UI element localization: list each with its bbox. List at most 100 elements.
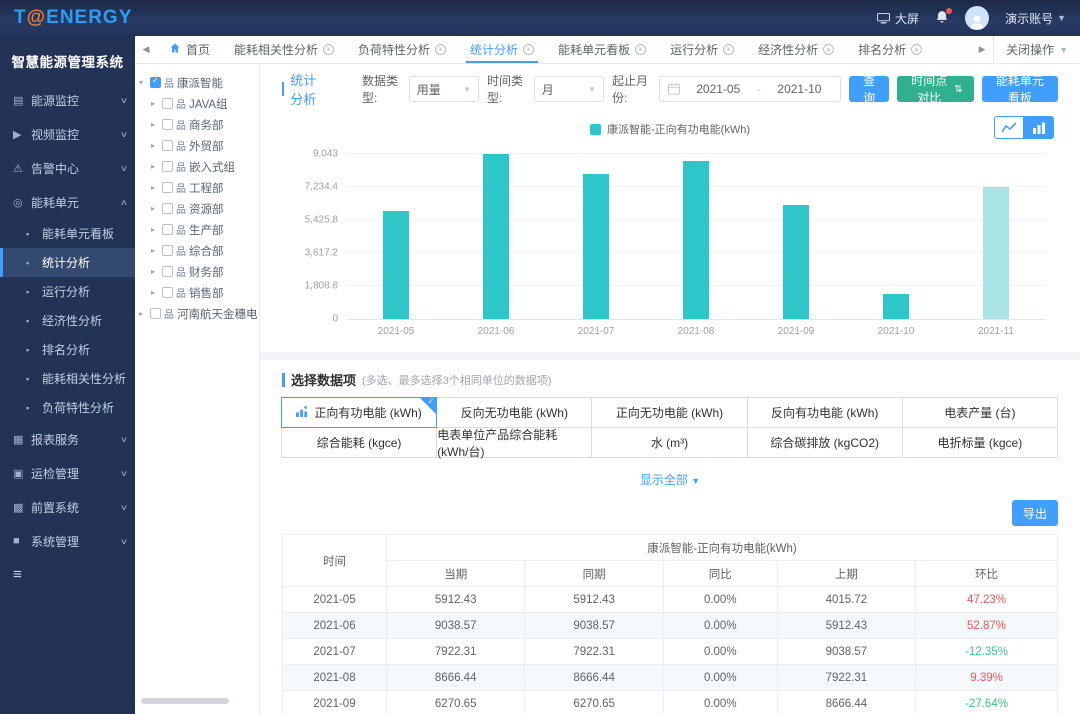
tree-collapse-icon[interactable]: ▸ <box>151 99 161 108</box>
chart-bar-2021-09[interactable] <box>783 205 809 319</box>
date-range-input[interactable]: 2021-05 - 2021-10 <box>659 76 841 102</box>
close-operations-menu[interactable]: 关闭操作 ▼ <box>993 36 1080 63</box>
data-item-反向无功电能 (kWh)[interactable]: 反向无功电能 (kWh) <box>436 397 592 428</box>
tree-collapse-icon[interactable]: ▸ <box>151 141 161 150</box>
data-item-正向无功电能 (kWh)[interactable]: 正向无功电能 (kWh) <box>591 397 747 428</box>
tab-能耗相关性分析[interactable]: 能耗相关性分析× <box>222 36 346 63</box>
tree-collapse-icon[interactable]: ▸ <box>151 120 161 129</box>
time-compare-button[interactable]: 时间点对比⇅ <box>897 76 974 102</box>
tree-collapse-icon[interactable]: ▸ <box>151 288 161 297</box>
tree-node-资源部[interactable]: ▸品资源部 <box>139 198 257 219</box>
sidebar-subitem-能耗单元看板[interactable]: ▪能耗单元看板 <box>0 219 135 248</box>
data-item-电折标量 (kgce)[interactable]: 电折标量 (kgce) <box>902 427 1058 458</box>
time-type-select[interactable]: 月 ▼ <box>534 76 604 102</box>
tree-node-工程部[interactable]: ▸品工程部 <box>139 177 257 198</box>
data-item-电表单位产品综合能耗 (kWh/台)[interactable]: 电表单位产品综合能耗 (kWh/台) <box>436 427 592 458</box>
tree-node-财务部[interactable]: ▸品财务部 <box>139 261 257 282</box>
tree-checkbox[interactable] <box>162 245 173 256</box>
data-type-select[interactable]: 用量 ▼ <box>409 76 479 102</box>
account-menu[interactable]: 演示账号 ▼ <box>1005 10 1066 27</box>
sidebar-item-视频监控[interactable]: ▶视频监控∨ <box>0 117 135 151</box>
tree-node-JAVA组[interactable]: ▸品JAVA组 <box>139 93 257 114</box>
data-item-综合能耗 (kgce)[interactable]: 综合能耗 (kgce) <box>281 427 437 458</box>
sidebar-subitem-统计分析[interactable]: ▪统计分析 <box>0 248 135 277</box>
tree-checkbox[interactable] <box>150 308 161 319</box>
tree-checkbox[interactable] <box>162 182 173 193</box>
tab-close-icon[interactable]: × <box>911 44 922 55</box>
tree-checkbox[interactable] <box>162 161 173 172</box>
chart-bar-2021-05[interactable] <box>383 211 409 319</box>
tree-checkbox[interactable] <box>162 98 173 109</box>
tree-collapse-icon[interactable]: ▸ <box>151 225 161 234</box>
sidebar-collapse-toggle[interactable]: ≡ <box>13 566 33 583</box>
chart-bar-2021-07[interactable] <box>583 174 609 319</box>
chart-legend[interactable]: 康派智能-正向有功电能(kWh) <box>590 121 750 137</box>
tree-horizontal-scrollbar[interactable] <box>141 698 229 704</box>
notification-bell-button[interactable] <box>935 10 949 27</box>
sidebar-item-系统管理[interactable]: ■系统管理∨ <box>0 524 135 558</box>
tree-node-嵌入式组[interactable]: ▸品嵌入式组 <box>139 156 257 177</box>
tree-node-康派智能[interactable]: ▾品康派智能 <box>139 72 257 93</box>
tree-collapse-icon[interactable]: ▸ <box>151 183 161 192</box>
tab-统计分析[interactable]: 统计分析× <box>458 36 546 63</box>
chart-bar-2021-08[interactable] <box>683 161 709 319</box>
tab-close-icon[interactable]: × <box>823 44 834 55</box>
tree-collapse-icon[interactable]: ▸ <box>151 162 161 171</box>
tree-node-河南航天金穗电子有[interactable]: ▸品河南航天金穗电子有 <box>139 303 257 324</box>
data-item-水 (m³)[interactable]: 水 (m³) <box>591 427 747 458</box>
data-item-反向有功电能 (kWh)[interactable]: 反向有功电能 (kWh) <box>747 397 903 428</box>
tab-排名分析[interactable]: 排名分析× <box>846 36 934 63</box>
sidebar-item-报表服务[interactable]: ▦报表服务∨ <box>0 422 135 456</box>
chart-bar-2021-10[interactable] <box>883 294 909 319</box>
tabs-scroll-left-icon[interactable]: ◀ <box>135 36 157 63</box>
line-chart-toggle[interactable] <box>994 116 1024 139</box>
range-start-value[interactable]: 2021-05 <box>686 82 751 96</box>
sidebar-subitem-运行分析[interactable]: ▪运行分析 <box>0 277 135 306</box>
tree-node-销售部[interactable]: ▸品销售部 <box>139 282 257 303</box>
sidebar-subitem-能耗相关性分析[interactable]: ▪能耗相关性分析 <box>0 364 135 393</box>
avatar[interactable] <box>965 6 989 30</box>
tab-运行分析[interactable]: 运行分析× <box>658 36 746 63</box>
tab-close-icon[interactable]: × <box>635 44 646 55</box>
chart-bar-2021-06[interactable] <box>483 154 509 319</box>
tab-经济性分析[interactable]: 经济性分析× <box>746 36 846 63</box>
data-item-正向有功电能 (kWh)[interactable]: 正向有功电能 (kWh) <box>281 397 437 428</box>
tree-node-生产部[interactable]: ▸品生产部 <box>139 219 257 240</box>
tab-负荷特性分析[interactable]: 负荷特性分析× <box>346 36 458 63</box>
big-screen-button[interactable]: 大屏 <box>877 10 919 27</box>
sidebar-subitem-经济性分析[interactable]: ▪经济性分析 <box>0 306 135 335</box>
bar-chart-toggle[interactable] <box>1024 116 1054 139</box>
tab-close-icon[interactable]: × <box>723 44 734 55</box>
export-button[interactable]: 导出 <box>1012 500 1058 526</box>
tree-checkbox[interactable] <box>162 224 173 235</box>
energy-unit-board-button[interactable]: 能耗单元看板 <box>982 76 1058 102</box>
tree-checkbox[interactable] <box>162 119 173 130</box>
tree-collapse-icon[interactable]: ▸ <box>151 246 161 255</box>
tree-checkbox[interactable] <box>162 266 173 277</box>
tree-node-外贸部[interactable]: ▸品外贸部 <box>139 135 257 156</box>
tree-checkbox[interactable] <box>162 287 173 298</box>
sidebar-item-运检管理[interactable]: ▣运检管理∨ <box>0 456 135 490</box>
tab-首页[interactable]: 首页 <box>157 36 222 63</box>
tab-能耗单元看板[interactable]: 能耗单元看板× <box>546 36 658 63</box>
tab-close-icon[interactable]: × <box>435 44 446 55</box>
tree-node-综合部[interactable]: ▸品综合部 <box>139 240 257 261</box>
tree-node-商务部[interactable]: ▸品商务部 <box>139 114 257 135</box>
sidebar-item-能源监控[interactable]: ▤能源监控∨ <box>0 83 135 117</box>
query-button[interactable]: 查询 <box>849 76 889 102</box>
show-all-link[interactable]: 显示全部 ▼ <box>282 471 1058 488</box>
tree-checkbox[interactable] <box>162 203 173 214</box>
tree-collapse-icon[interactable]: ▸ <box>139 309 149 318</box>
sidebar-item-能耗单元[interactable]: ◎能耗单元∧ <box>0 185 135 219</box>
sidebar-subitem-负荷特性分析[interactable]: ▪负荷特性分析 <box>0 393 135 422</box>
sidebar-subitem-排名分析[interactable]: ▪排名分析 <box>0 335 135 364</box>
tree-checkbox[interactable] <box>150 77 161 88</box>
tree-expand-icon[interactable]: ▾ <box>139 78 149 87</box>
range-end-value[interactable]: 2021-10 <box>767 82 832 96</box>
data-item-综合碳排放 (kgCO2)[interactable]: 综合碳排放 (kgCO2) <box>747 427 903 458</box>
tab-close-icon[interactable]: × <box>523 44 534 55</box>
chart-bar-2021-11[interactable] <box>983 187 1009 319</box>
sidebar-item-告警中心[interactable]: ⚠告警中心∨ <box>0 151 135 185</box>
sidebar-item-前置系统[interactable]: ▩前置系统∨ <box>0 490 135 524</box>
tree-collapse-icon[interactable]: ▸ <box>151 204 161 213</box>
